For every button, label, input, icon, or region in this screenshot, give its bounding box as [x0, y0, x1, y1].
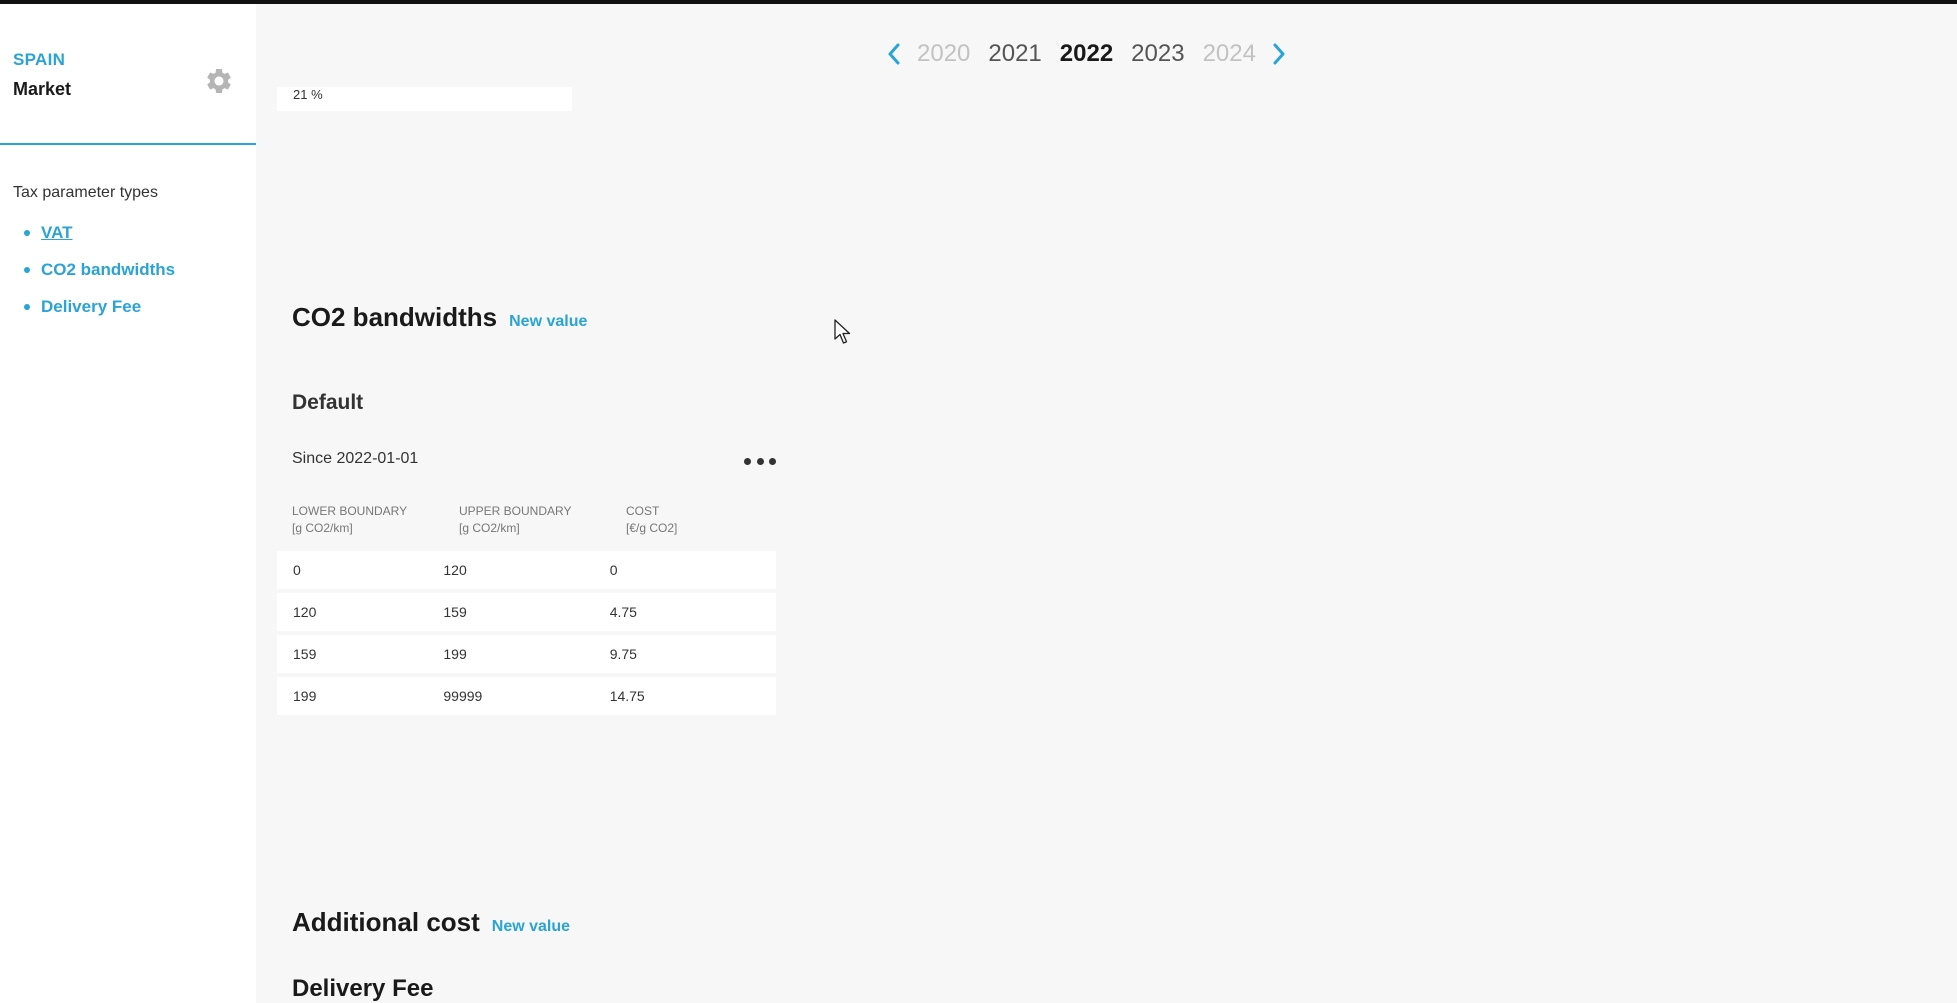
- more-options-button[interactable]: [744, 452, 776, 470]
- sidebar-item-vat[interactable]: VAT: [24, 214, 175, 251]
- vat-value-card: 21 %: [277, 87, 572, 111]
- tax-parameter-types-label: Tax parameter types: [13, 184, 158, 201]
- bullet: [24, 229, 30, 236]
- tax-parameter-list: VAT CO2 bandwidths Delivery Fee: [24, 214, 175, 325]
- column-header-cost: COST [€/g CO2]: [626, 503, 793, 537]
- year-2023[interactable]: 2023: [1131, 40, 1184, 68]
- table-cell: 0: [293, 562, 301, 578]
- next-year-button[interactable]: [1265, 38, 1293, 70]
- column-name: UPPER BOUNDARY: [459, 504, 572, 518]
- table-cell: 120: [293, 604, 317, 620]
- more-horizontal-icon: [756, 457, 764, 465]
- table-cell: 199: [443, 646, 467, 662]
- section-title-text: CO2 bandwidths: [292, 302, 498, 332]
- sidebar-item-delivery-fee[interactable]: Delivery Fee: [24, 288, 175, 325]
- table-row: 0 120 0: [277, 551, 776, 589]
- table-cell: 9.75: [609, 646, 637, 662]
- column-name: LOWER BOUNDARY: [292, 504, 408, 518]
- co2-table-header: LOWER BOUNDARY [g CO2/km] UPPER BOUNDARY…: [292, 503, 793, 537]
- chevron-left-icon: [888, 43, 900, 65]
- sidebar-item-label: Delivery Fee: [41, 296, 142, 316]
- co2-bandwidths-title: CO2 bandwidths New value: [292, 302, 587, 333]
- top-border: [0, 0, 1957, 4]
- country-name: SPAIN: [13, 50, 66, 69]
- year-2024[interactable]: 2024: [1203, 40, 1256, 68]
- delivery-fee-subtitle: Delivery Fee: [292, 975, 434, 1002]
- column-unit: [g CO2/km]: [292, 521, 353, 535]
- gear-icon[interactable]: [204, 66, 234, 96]
- section-title-text: Additional cost: [292, 907, 480, 937]
- table-cell: 159: [293, 646, 317, 662]
- table-cell: 120: [443, 562, 467, 578]
- sidebar-item-label: CO2 bandwidths: [41, 259, 176, 279]
- co2-table-body: 0 120 0 120 159 4.75 159 199 9.75 199 99…: [277, 551, 776, 719]
- table-cell: 99999: [443, 688, 483, 704]
- additional-new-value-button[interactable]: New value: [492, 918, 570, 936]
- column-name: COST: [626, 504, 660, 518]
- column-unit: [g CO2/km]: [459, 521, 520, 535]
- co2-new-value-button[interactable]: New value: [509, 313, 587, 331]
- more-horizontal-icon: [769, 457, 776, 465]
- sidebar: SPAIN Market Tax parameter types VAT CO2…: [0, 4, 256, 1003]
- more-horizontal-icon: [744, 457, 751, 465]
- table-cell: 199: [293, 688, 317, 704]
- table-cell: 14.75: [609, 688, 645, 704]
- bullet: [24, 303, 30, 310]
- mouse-cursor-icon: [834, 319, 851, 344]
- market-label: Market: [13, 79, 72, 99]
- sidebar-item-co2-bandwidths[interactable]: CO2 bandwidths: [24, 251, 175, 288]
- column-header-lower-boundary: LOWER BOUNDARY [g CO2/km]: [292, 503, 459, 537]
- chevron-right-icon: [1273, 43, 1285, 65]
- table-row: 199 99999 14.75: [277, 677, 776, 715]
- column-unit: [€/g CO2]: [626, 521, 678, 535]
- prev-year-button[interactable]: [880, 38, 908, 70]
- co2-default-subtitle: Default: [292, 391, 364, 414]
- table-row: 159 199 9.75: [277, 635, 776, 673]
- year-2021[interactable]: 2021: [988, 40, 1041, 68]
- since-date: Since 2022-01-01: [292, 450, 419, 467]
- sidebar-header: SPAIN Market: [0, 4, 256, 145]
- vat-value: 21 %: [293, 87, 323, 102]
- table-cell: 0: [609, 562, 618, 578]
- bullet: [24, 266, 30, 273]
- column-header-upper-boundary: UPPER BOUNDARY [g CO2/km]: [459, 503, 626, 537]
- sidebar-item-label: VAT: [41, 222, 73, 242]
- additional-cost-title: Additional cost New value: [292, 907, 570, 938]
- table-cell: 159: [443, 604, 467, 620]
- table-cell: 4.75: [609, 604, 637, 620]
- year-navigation: 2020 2021 2022 2023 2024: [880, 36, 1293, 72]
- year-2022-current[interactable]: 2022: [1060, 40, 1113, 68]
- table-row: 120 159 4.75: [277, 593, 776, 631]
- year-2020[interactable]: 2020: [917, 40, 970, 68]
